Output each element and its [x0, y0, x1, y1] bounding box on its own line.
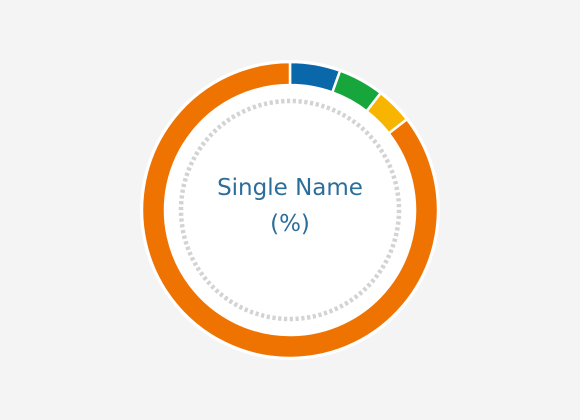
donut-chart-svg [140, 60, 440, 360]
donut-chart: Single Name (%) [0, 0, 580, 420]
